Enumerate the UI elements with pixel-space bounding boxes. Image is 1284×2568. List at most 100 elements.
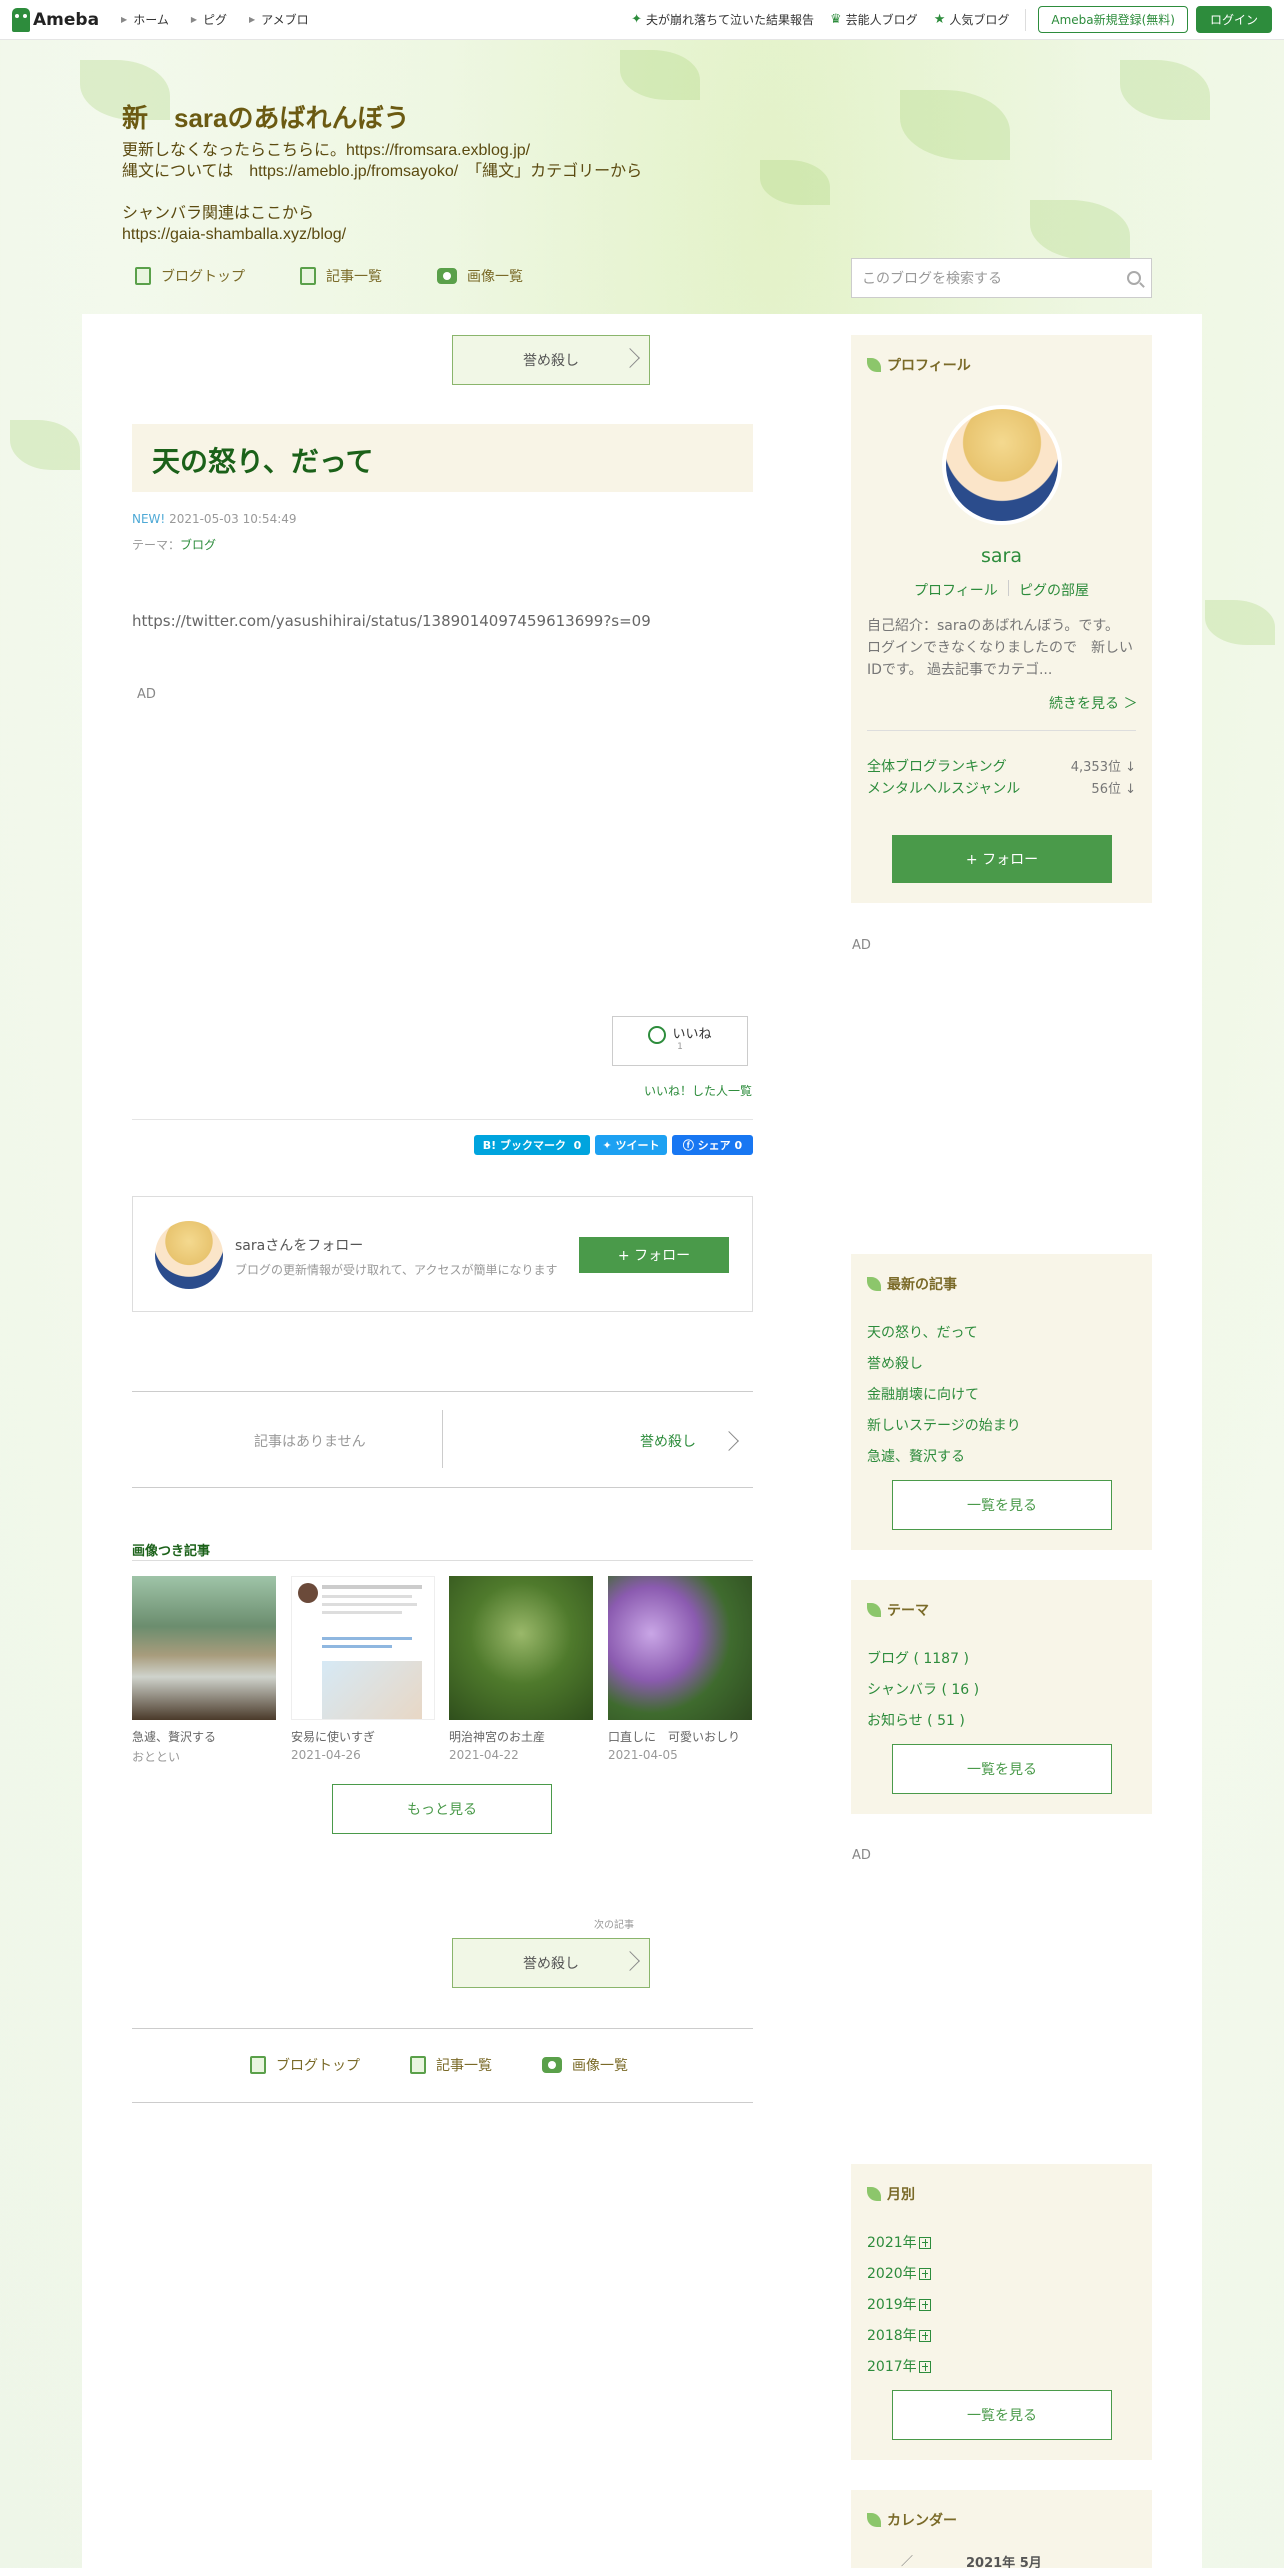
thumbnail-image[interactable] [291,1576,435,1720]
theme-item[interactable]: お知らせ ( 51 ) [867,1710,965,1730]
month-item[interactable]: 2019年 [867,2294,931,2314]
ranking-genre-label[interactable]: メンタルヘルスジャンル [867,778,1020,798]
expand-plus-icon[interactable] [918,2299,931,2311]
new-badge: NEW! [132,512,166,526]
hatena-count: 0 [573,1138,582,1152]
nav-pigg[interactable]: ▶ ピグ [191,11,227,28]
next-article-top-label: 誉め殺し [523,353,579,369]
profile-heading-label: プロフィール [887,358,971,374]
theme-label: テーマ： [132,538,181,552]
blog-title[interactable]: 新 saraのあばれんぼう [122,98,410,135]
thumbnail-date: 2021-04-05 [608,1748,678,1762]
nav-image-list[interactable]: 画像一覧 [437,266,523,286]
read-more-link[interactable]: 続きを見る ＞ [1049,693,1137,713]
facebook-icon: ⓕ [682,1139,694,1152]
bottom-nav-blog-top[interactable]: ブログトップ [250,2055,360,2075]
tweet-label: ツイート [615,1139,660,1152]
article-title[interactable]: 天の怒り、だって [132,424,753,492]
avatar [155,1221,223,1289]
blog-search-input[interactable]: このブログを検索する [851,258,1152,298]
chevron-right-icon [620,348,640,368]
search-icon[interactable] [1127,271,1141,285]
nav-ameblo-label: アメブロ [261,13,309,27]
nav-home[interactable]: ▶ ホーム [121,11,169,28]
divider [132,1560,753,1561]
month-item[interactable]: 2020年 [867,2263,931,2283]
themes-list-button[interactable]: 一覧を見る [892,1744,1112,1794]
thumbnail-image[interactable] [449,1576,593,1720]
monthly-list-button[interactable]: 一覧を見る [892,2390,1112,2440]
nav-article-list[interactable]: 記事一覧 [300,266,382,286]
month-item[interactable]: 2021年 [867,2232,931,2252]
sidebar-follow-button[interactable]: + フォロー [892,835,1112,883]
tweet-button[interactable]: ✦ ツイート [595,1135,667,1155]
divider [132,2028,753,2029]
triangle-right-icon: ▶ [249,15,256,24]
camera-icon [542,2057,562,2073]
recent-item[interactable]: 新しいステージの始まり [867,1415,1021,1435]
month-item[interactable]: 2018年 [867,2325,931,2345]
thumbnail-image[interactable] [132,1576,276,1720]
like-button[interactable]: いいね 1 [612,1016,748,1066]
image-articles-heading: 画像つき記事 [132,1544,211,1559]
topic-link-label: 夫が崩れ落ちて泣いた結果報告 [646,13,815,27]
hatena-label: B! ブックマーク [482,1139,566,1152]
expand-plus-icon[interactable] [918,2330,931,2342]
profile-name[interactable]: sara [851,545,1152,567]
thumbnail-image[interactable] [608,1576,752,1720]
popular-blog-link[interactable]: ★ 人気ブログ [934,11,1010,28]
thumbnail-title[interactable]: 急遽、贅沢する [132,1728,216,1745]
topic-link[interactable]: ✦ 夫が崩れ落ちて泣いた結果報告 [631,11,814,28]
calendar-prev-icon[interactable]: ／ [901,2552,913,2568]
expand-plus-icon[interactable] [918,2361,931,2373]
recent-item[interactable]: 急遽、贅沢する [867,1446,965,1466]
recent-item[interactable]: 金融崩壊に向けて [867,1384,979,1404]
bottom-nav-article-list[interactable]: 記事一覧 [410,2055,492,2075]
logo-text: Ameba [33,9,100,30]
theme-link[interactable]: ブログ [180,538,216,552]
liked-users-link[interactable]: いいね！した人一覧 [644,1082,752,1099]
profile-heading: プロフィール [867,355,971,375]
login-button[interactable]: ログイン [1195,6,1272,33]
month-item[interactable]: 2017年 [867,2356,931,2376]
chevron-right-icon [620,1951,640,1971]
thumbnail-title[interactable]: 安易に使いすぎ [291,1728,375,1745]
thumbnail-title[interactable]: 明治神宮のお土産 [449,1728,545,1745]
recent-item[interactable]: 誉め殺し [867,1353,923,1373]
recent-list-button[interactable]: 一覧を見る [892,1480,1112,1530]
next-article-top[interactable]: 誉め殺し [452,335,650,385]
next-article-link[interactable]: 誉め殺し [640,1431,696,1451]
theme-item[interactable]: シャンバラ ( 16 ) [867,1679,979,1699]
next-article-bottom[interactable]: 誉め殺し [452,1938,650,1988]
next-article-label: 誉め殺し [640,1434,696,1450]
profile-link[interactable]: プロフィール [914,580,998,600]
ameba-logo[interactable]: Ameba [12,7,100,32]
recent-heading-label: 最新の記事 [887,1277,957,1293]
recent-heading: 最新の記事 [867,1274,957,1294]
expand-plus-icon[interactable] [918,2268,931,2280]
celebrity-blog-label: 芸能人ブログ [845,13,918,27]
thumbnail-title[interactable]: 口直しに 可愛いおしり [608,1728,740,1745]
nav-blog-top[interactable]: ブログトップ [135,266,245,286]
hatena-bookmark-button[interactable]: B! ブックマーク 0 [474,1135,590,1155]
recent-item[interactable]: 天の怒り、だって [867,1322,978,1342]
article-body-link[interactable]: https://twitter.com/yasushihirai/status/… [132,612,651,630]
profile-avatar[interactable] [942,405,1062,525]
article-date: 2021-05-03 10:54:49 [169,512,297,526]
ranking-overall-label[interactable]: 全体ブログランキング [867,756,1007,776]
background-leaf [900,90,1010,160]
crown-icon: ♛ [830,12,842,27]
pigg-room-link[interactable]: ピグの部屋 [1019,580,1089,600]
register-button[interactable]: Ameba新規登録(無料) [1038,6,1188,33]
expand-plus-icon[interactable] [918,2237,931,2249]
divider [1025,8,1027,31]
bottom-nav-image-list[interactable]: 画像一覧 [542,2055,628,2075]
theme-item[interactable]: ブログ ( 1187 ) [867,1648,969,1668]
monthly-heading: 月別 [867,2184,915,2204]
nav-ameblo[interactable]: ▶ アメブロ [249,11,309,28]
celebrity-blog-link[interactable]: ♛ 芸能人ブログ [830,11,918,28]
profile-panel: プロフィール sara プロフィール ピグの部屋 自己紹介：saraのあばれんぼ… [851,335,1152,903]
follow-button[interactable]: + フォロー [579,1237,729,1273]
facebook-share-button[interactable]: ⓕ シェア 0 [672,1135,753,1155]
more-images-button[interactable]: もっと見る [332,1784,552,1834]
